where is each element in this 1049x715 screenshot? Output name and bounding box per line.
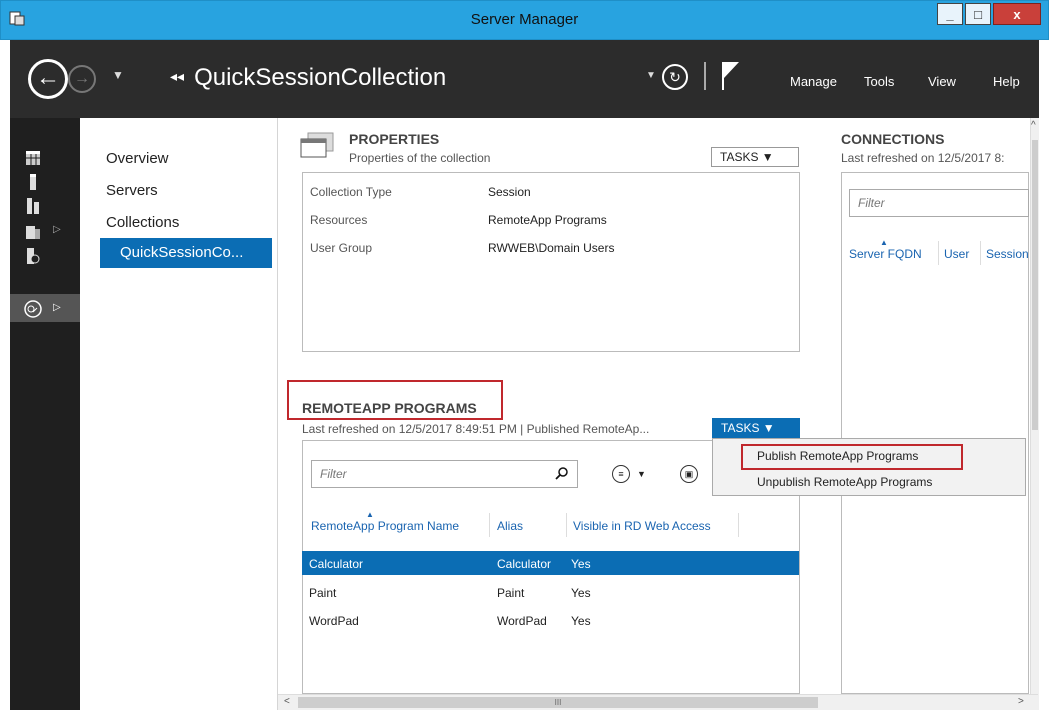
list-options-icon[interactable]: ≡ [612,465,630,483]
table-row[interactable]: WordPad WordPad Yes [302,608,799,632]
remoteapp-tasks-button[interactable]: TASKS ▼ [712,418,800,438]
scroll-up-icon[interactable]: ^ [1031,120,1036,131]
nav-overview[interactable]: Overview [106,150,169,167]
connections-col-server-fqdn[interactable]: Server FQDN [849,247,922,261]
dashboard-icon[interactable] [26,150,40,166]
nav-quicksession[interactable]: QuickSessionCo... [100,238,272,268]
col-remoteapp-program-name[interactable]: RemoteApp Program Name [311,519,459,533]
remoteapp-title: REMOTEAPP PROGRAMS [302,400,477,416]
minimize-button[interactable]: _ [937,3,963,25]
properties-tasks-button[interactable]: TASKS ▼ [711,147,799,167]
window-title: Server Manager [470,11,579,28]
header-separator [704,62,706,90]
close-button[interactable]: x [993,3,1041,25]
history-dropdown-icon[interactable]: ▼ [112,68,124,82]
notifications-flag-icon[interactable] [720,60,740,92]
navigation-panel: Overview Servers Collections QuickSessio… [80,118,278,710]
properties-icon [300,132,334,158]
connections-filter-input[interactable]: Filter [849,189,1029,217]
menu-item-publish-remoteapp[interactable]: Publish RemoteApp Programs [757,449,918,463]
column-divider [566,513,567,537]
table-row[interactable]: Paint Paint Yes [302,580,799,604]
properties-title: PROPERTIES [349,131,440,147]
horizontal-scroll-thumb[interactable]: III [298,697,818,708]
back-button[interactable]: ← [28,59,68,99]
sort-indicator-icon: ▲ [366,510,374,519]
cell-program-name: Paint [309,586,337,600]
properties-box [302,172,800,352]
search-icon[interactable] [555,466,569,480]
vertical-scroll-thumb[interactable] [1032,140,1038,430]
nav-collections[interactable]: Collections [106,214,179,231]
cell-visible: Yes [571,557,591,571]
breadcrumb-chevron-icon[interactable]: ◂◂ [170,68,184,84]
connections-subtitle: Last refreshed on 12/5/2017 8: [841,151,1005,165]
prop-value-resources: RemoteApp Programs [488,213,607,227]
file-storage-expand-icon[interactable]: ▷ [53,224,61,235]
column-divider [489,513,490,537]
header-bar: ← → ▼ ◂◂ QuickSessionCollection ▼ ↻ Manag… [10,40,1039,118]
list-options-dropdown-icon[interactable]: ▼ [637,469,646,479]
refresh-icon[interactable]: ↻ [662,64,688,90]
remoteapp-subtitle: Last refreshed on 12/5/2017 8:49:51 PM |… [302,422,650,436]
all-servers-icon[interactable] [26,198,40,214]
help-menu[interactable]: Help [993,74,1020,89]
properties-subtitle: Properties of the collection [349,151,491,165]
horizontal-scrollbar[interactable]: < III > [278,694,1038,710]
prop-key-collection-type: Collection Type [310,185,392,199]
menu-item-unpublish-remoteapp[interactable]: Unpublish RemoteApp Programs [757,475,932,489]
cell-alias: WordPad [497,614,547,628]
breadcrumb-current: QuickSessionCollection [194,64,447,91]
sort-indicator-icon: ▲ [880,238,888,247]
col-visible-rd-web[interactable]: Visible in RD Web Access [573,519,711,533]
prop-value-collection-type: Session [488,185,531,199]
forward-button[interactable]: → [68,65,96,93]
file-storage-icon[interactable] [26,223,40,239]
prop-key-resources: Resources [310,213,368,227]
column-divider [980,241,981,265]
connections-title: CONNECTIONS [841,131,945,147]
connections-col-session[interactable]: Session [986,247,1030,261]
rail-selected-highlight [10,294,80,322]
icon-rail: ▷ ▷ [10,118,80,710]
iis-icon[interactable] [26,248,40,264]
scroll-right-icon[interactable]: > [1018,696,1024,707]
table-row[interactable]: Calculator Calculator Yes [302,551,799,575]
cell-alias: Calculator [497,557,552,571]
remote-desktop-services-icon[interactable] [24,300,42,318]
vertical-scrollbar[interactable]: ^ v [1030,118,1039,710]
column-divider [738,513,739,537]
view-menu[interactable]: View [928,74,956,89]
rds-expand-icon[interactable]: ▷ [53,302,61,313]
prop-value-user-group: RWWEB\Domain Users [488,241,615,255]
cell-program-name: Calculator [309,557,364,571]
cell-program-name: WordPad [309,614,359,628]
maximize-button[interactable]: □ [965,3,991,25]
prop-key-user-group: User Group [310,241,373,255]
breadcrumb-dropdown-icon[interactable]: ▼ [646,70,656,81]
breadcrumb: ◂◂ QuickSessionCollection [170,64,446,92]
tools-menu[interactable]: Tools [864,74,894,89]
cell-visible: Yes [571,614,591,628]
remoteapp-filter-input[interactable]: Filter [311,460,578,488]
title-bar: Server Manager _ □ x [0,0,1049,40]
nav-servers[interactable]: Servers [106,182,158,199]
tasks-dropdown-menu: Publish RemoteApp Programs Unpublish Rem… [712,438,1026,496]
column-divider [938,241,939,265]
cell-visible: Yes [571,586,591,600]
connections-col-user[interactable]: User [944,247,969,261]
save-query-icon[interactable]: ▣ [680,465,698,483]
scroll-left-icon[interactable]: < [284,696,290,707]
manage-menu[interactable]: Manage [790,74,837,89]
local-server-icon[interactable] [26,174,40,190]
col-alias[interactable]: Alias [497,519,523,533]
cell-alias: Paint [497,586,525,600]
